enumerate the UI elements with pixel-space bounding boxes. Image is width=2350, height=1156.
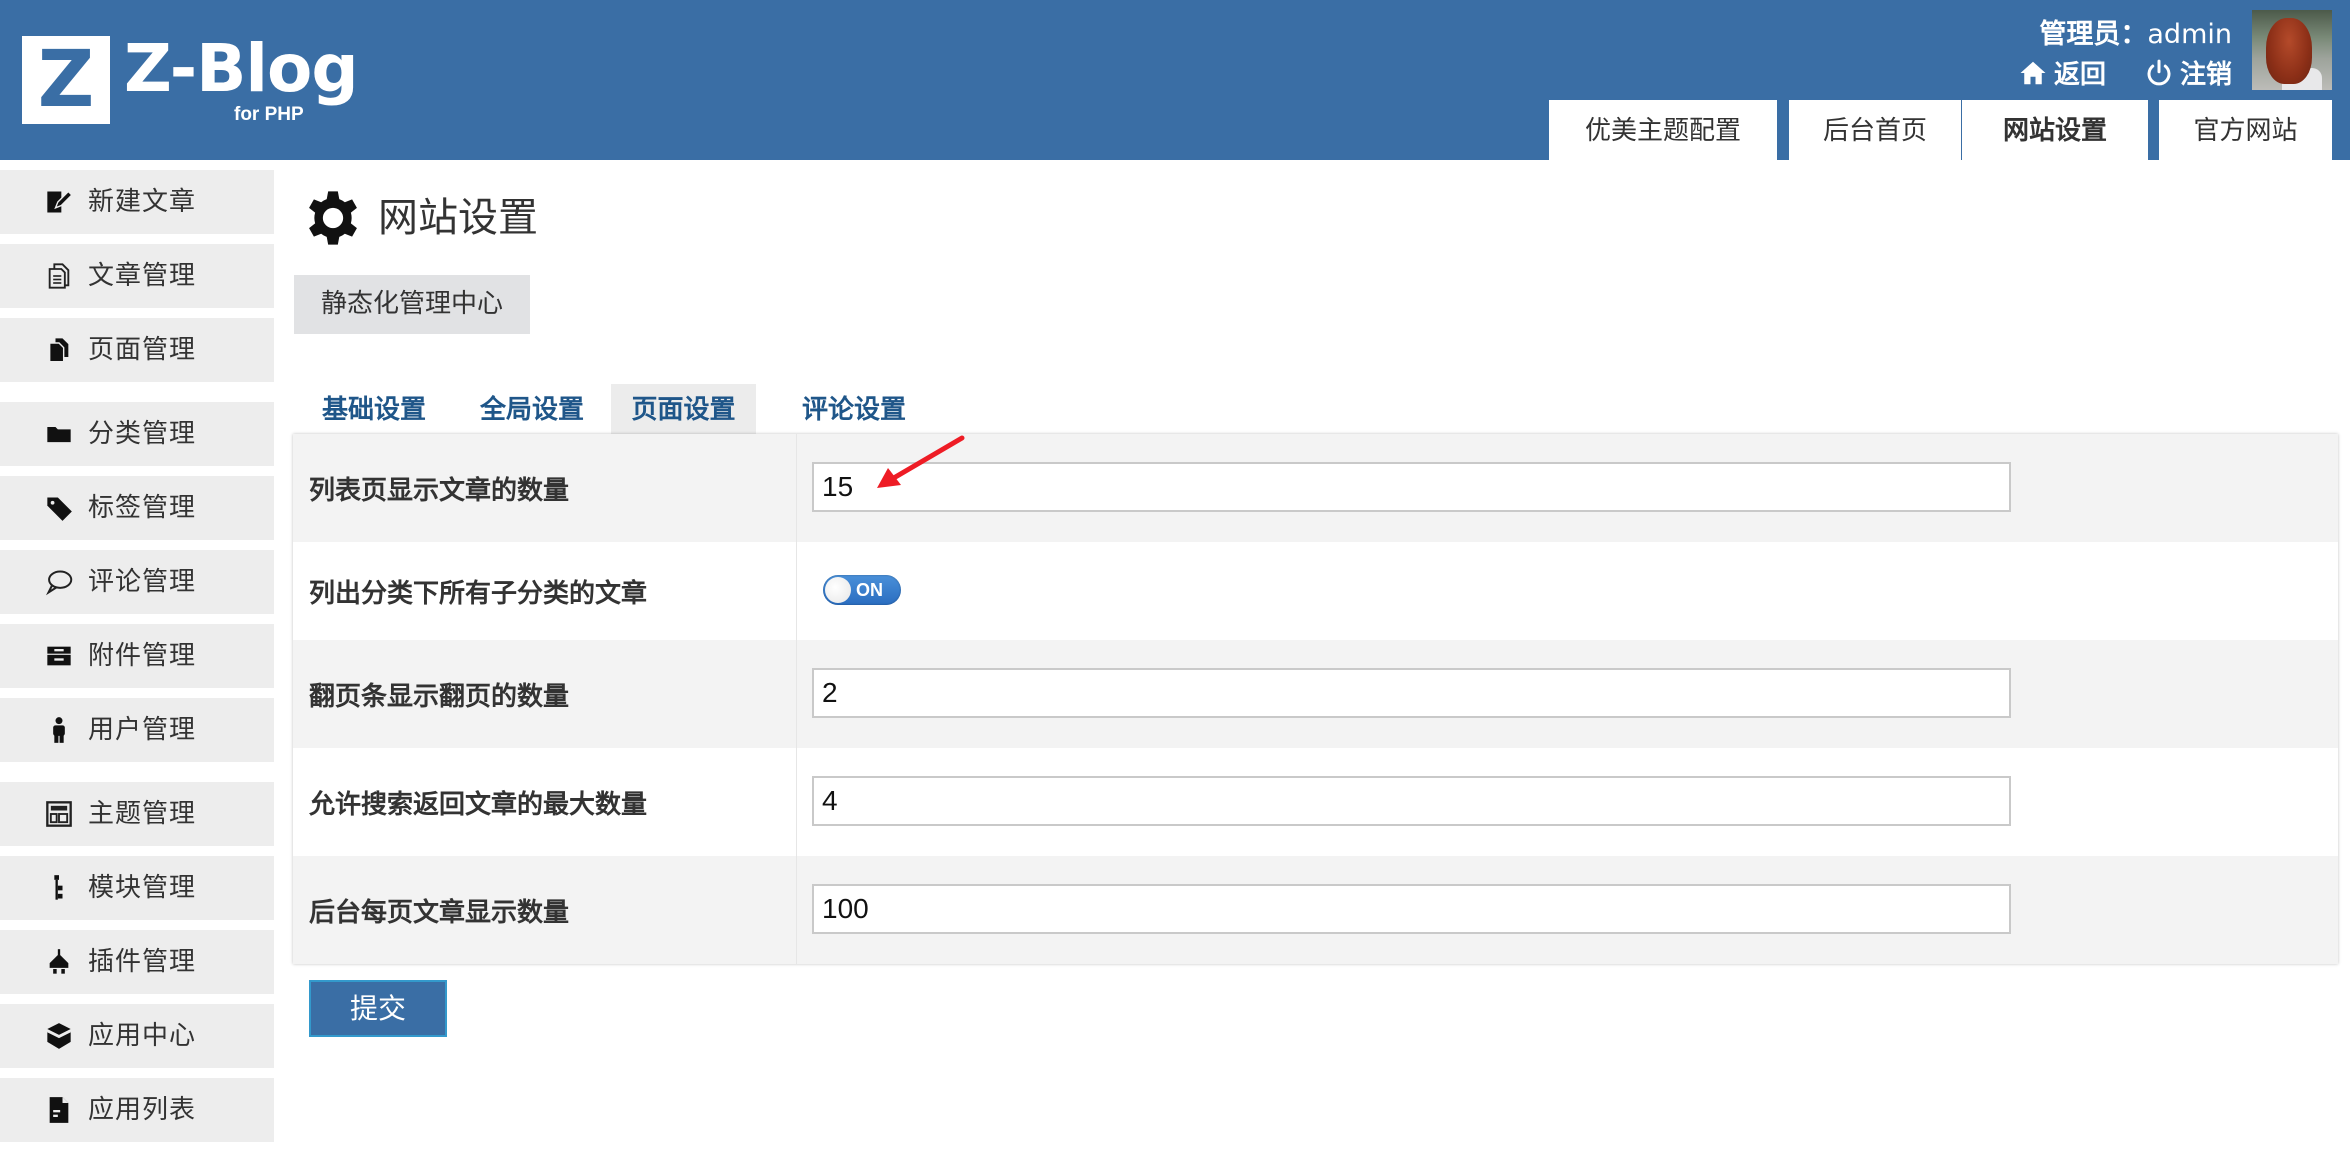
static-management-button[interactable]: 静态化管理中心 (294, 275, 530, 334)
edit-icon (44, 188, 74, 216)
page-title: 网站设置 (304, 188, 538, 248)
sidebar-item-tags[interactable]: 标签管理 (0, 476, 274, 540)
sidebar-item-users[interactable]: 用户管理 (0, 698, 274, 762)
setting-label: 翻页条显示翻页的数量 (309, 681, 570, 712)
user-prefix: 管理员： (2039, 19, 2148, 50)
logout-label: 注销 (2179, 60, 2232, 90)
sidebar-item-categories[interactable]: 分类管理 (0, 402, 274, 466)
archive-icon (44, 642, 74, 670)
user-actions: 返回 注销 (2018, 54, 2232, 91)
logo-text: Z-Blog (124, 30, 359, 107)
power-icon (2147, 59, 2171, 85)
comment-icon (44, 568, 74, 596)
back-link[interactable]: 返回 (2018, 54, 2106, 91)
sidebar-item-new-article[interactable]: 新建文章 (0, 170, 274, 234)
sidebar-item-articles[interactable]: 文章管理 (0, 244, 274, 308)
sidebar-item-app-center[interactable]: 应用中心 (0, 1004, 274, 1068)
logo-mark: Z (22, 36, 110, 124)
tag-icon (44, 494, 74, 522)
sidebar-item-modules[interactable]: 模块管理 (0, 856, 274, 920)
setting-row-search-max: 允许搜索返回文章的最大数量 4 (293, 748, 2338, 856)
setting-row-subcategory-articles: 列出分类下所有子分类的文章 ON (293, 542, 2338, 640)
header: Z Z-Blog for PHP 管理员：admin 返回 注销 优美主题配置 … (0, 0, 2350, 160)
sidebar-item-pages[interactable]: 页面管理 (0, 318, 274, 382)
user-info: 管理员：admin (2039, 12, 2232, 51)
home-icon (2020, 61, 2046, 84)
setting-row-admin-page-count: 后台每页文章显示数量 100 (293, 856, 2338, 964)
settings-table: 列表页显示文章的数量 15 列出分类下所有子分类的文章 ON 翻页条显示翻页的数… (293, 434, 2338, 964)
submit-button[interactable]: 提交 (309, 980, 447, 1037)
tab-basic-settings[interactable]: 基础设置 (293, 384, 455, 434)
pagebar-count-input[interactable]: 2 (812, 668, 2011, 718)
logo-subtitle: for PHP (234, 104, 304, 125)
setting-label: 列表页显示文章的数量 (309, 475, 570, 506)
file-list-icon (44, 1096, 74, 1124)
subcategory-articles-toggle[interactable]: ON (823, 575, 901, 605)
top-tab-theme-config[interactable]: 优美主题配置 (1549, 100, 1777, 160)
top-tab-dashboard[interactable]: 后台首页 (1789, 100, 1961, 160)
page-title-text: 网站设置 (378, 195, 538, 241)
logout-link[interactable]: 注销 (2144, 54, 2232, 91)
plug-icon (44, 948, 74, 976)
tab-comment-settings[interactable]: 评论设置 (769, 384, 939, 434)
tree-icon (44, 874, 74, 902)
sidebar-item-plugins[interactable]: 插件管理 (0, 930, 274, 994)
page-icon (44, 336, 74, 364)
toggle-state: ON (856, 580, 883, 600)
avatar[interactable] (2252, 10, 2332, 90)
tab-page-settings[interactable]: 页面设置 (611, 384, 756, 434)
setting-label: 后台每页文章显示数量 (309, 897, 570, 928)
username: admin (2147, 19, 2232, 50)
sidebar-item-comments[interactable]: 评论管理 (0, 550, 274, 614)
top-tab-official-site[interactable]: 官方网站 (2159, 100, 2332, 160)
sidebar-item-app-list[interactable]: 应用列表 (0, 1078, 274, 1142)
layout-icon (44, 800, 74, 828)
back-label: 返回 (2053, 60, 2106, 90)
setting-label: 允许搜索返回文章的最大数量 (309, 789, 648, 820)
documents-icon (44, 262, 74, 290)
folder-icon (44, 420, 74, 448)
admin-page-count-input[interactable]: 100 (812, 884, 2011, 934)
tab-global-settings[interactable]: 全局设置 (453, 384, 611, 434)
setting-row-pagebar-count: 翻页条显示翻页的数量 2 (293, 640, 2338, 748)
box-icon (44, 1022, 74, 1050)
sidebar-item-themes[interactable]: 主题管理 (0, 782, 274, 846)
sidebar-item-attachments[interactable]: 附件管理 (0, 624, 274, 688)
user-icon (44, 716, 74, 744)
setting-label: 列出分类下所有子分类的文章 (309, 578, 648, 609)
gear-icon (309, 191, 357, 245)
search-max-input[interactable]: 4 (812, 776, 2011, 826)
list-count-input[interactable]: 15 (812, 462, 2011, 512)
top-tab-site-settings[interactable]: 网站设置 (1962, 100, 2148, 160)
setting-row-list-count: 列表页显示文章的数量 15 (293, 434, 2338, 542)
